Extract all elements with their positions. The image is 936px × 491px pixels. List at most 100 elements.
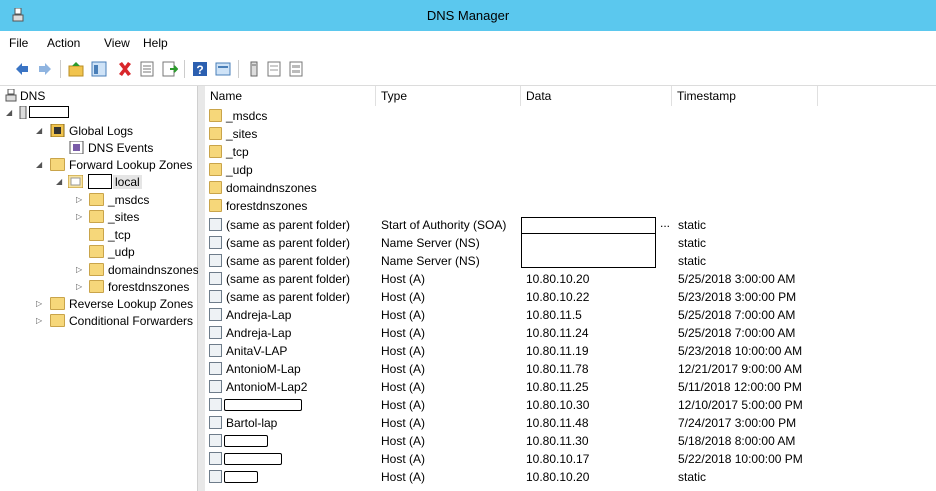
expand-arrow-icon[interactable]: ▷ xyxy=(36,299,44,309)
folder-icon xyxy=(50,314,65,327)
column-header-data[interactable]: Data xyxy=(521,86,672,106)
expand-arrow-icon[interactable]: ▷ xyxy=(76,265,84,275)
tree-item-conditional-forwarders[interactable]: ▷ Conditional Forwarders xyxy=(4,313,194,330)
delete-icon[interactable] xyxy=(117,61,133,77)
list-icon[interactable] xyxy=(266,61,282,77)
tree-item-global-logs[interactable]: ◢ Global Logs xyxy=(4,123,194,140)
record-icon xyxy=(209,254,222,267)
table-row[interactable]: Host (A) 10.80.10.20 static xyxy=(205,468,936,486)
event-log-icon xyxy=(69,141,84,154)
console-tree: DNS ◢ ◢ Global Logs DNS Events ◢ Forward… xyxy=(0,86,199,491)
redacted-name xyxy=(224,435,268,447)
tree-item-udp[interactable]: _udp xyxy=(4,244,194,261)
folder-icon xyxy=(209,163,222,176)
redacted-data xyxy=(521,234,656,252)
column-header-type[interactable]: Type xyxy=(376,86,521,106)
collapse-arrow-icon[interactable]: ◢ xyxy=(56,177,64,187)
record-icon xyxy=(209,272,222,285)
title-bar: DNS Manager xyxy=(0,0,936,31)
table-row[interactable]: Bartol-lap Host (A) 10.80.11.48 7/24/201… xyxy=(205,414,936,432)
tree-item-tcp[interactable]: _tcp xyxy=(4,227,194,244)
column-header-timestamp[interactable]: Timestamp xyxy=(672,86,818,106)
server-icon[interactable] xyxy=(246,61,262,77)
list-item-folder[interactable]: forestdnszones xyxy=(205,197,936,215)
tree-item-forestdnszones[interactable]: ▷ forestdnszones xyxy=(4,279,194,296)
table-row[interactable]: AnitaV-LAP Host (A) 10.80.11.19 5/23/201… xyxy=(205,342,936,360)
collapse-arrow-icon[interactable]: ◢ xyxy=(36,160,44,170)
toolbar: ? xyxy=(0,55,936,86)
record-icon xyxy=(209,344,222,357)
tree-item-forward-lookup-zones[interactable]: ◢ Forward Lookup Zones xyxy=(4,157,194,174)
zone-icon xyxy=(68,175,83,188)
redacted-data xyxy=(521,217,656,234)
table-row[interactable]: AntonioM-Lap2 Host (A) 10.80.11.25 5/11/… xyxy=(205,378,936,396)
column-header-name[interactable]: Name xyxy=(205,86,376,106)
collapse-arrow-icon[interactable]: ◢ xyxy=(6,108,14,118)
tree-item-zone-local[interactable]: ◢ local xyxy=(4,174,194,191)
folder-icon xyxy=(209,109,222,122)
table-row[interactable]: (same as parent folder) Start of Authori… xyxy=(205,216,936,234)
tree-item-reverse-lookup-zones[interactable]: ▷ Reverse Lookup Zones xyxy=(4,296,194,313)
collapse-arrow-icon[interactable]: ◢ xyxy=(36,126,44,136)
record-icon xyxy=(209,362,222,375)
table-row[interactable]: Andreja-Lap Host (A) 10.80.11.24 5/25/20… xyxy=(205,324,936,342)
folder-icon xyxy=(89,245,104,258)
up-folder-icon[interactable] xyxy=(68,61,84,77)
list-item-folder[interactable]: _udp xyxy=(205,161,936,179)
table-row[interactable]: (same as parent folder) Name Server (NS)… xyxy=(205,234,936,252)
table-row[interactable]: (same as parent folder) Name Server (NS)… xyxy=(205,252,936,270)
menu-file[interactable]: File xyxy=(9,36,28,50)
tree-item-domaindnszones[interactable]: ▷ domaindnszones xyxy=(4,262,199,279)
menu-help[interactable]: Help xyxy=(143,36,168,50)
pane-splitter[interactable] xyxy=(198,86,205,491)
folder-icon xyxy=(89,280,104,293)
folder-icon xyxy=(209,199,222,212)
list-item-folder[interactable]: _msdcs xyxy=(205,107,936,125)
list-item-folder[interactable]: _sites xyxy=(205,125,936,143)
forward-arrow-icon[interactable] xyxy=(37,61,53,77)
folder-icon xyxy=(209,145,222,158)
help-icon[interactable]: ? xyxy=(192,61,208,77)
expand-arrow-icon[interactable]: ▷ xyxy=(76,195,84,205)
expand-arrow-icon[interactable]: ▷ xyxy=(36,316,44,326)
tree-item-dns[interactable]: DNS xyxy=(4,88,194,105)
table-row[interactable]: Host (A) 10.80.10.30 12/10/2017 5:00:00 … xyxy=(205,396,936,414)
show-hide-tree-icon[interactable] xyxy=(91,61,107,77)
logs-icon xyxy=(50,124,65,137)
window-title: DNS Manager xyxy=(426,8,510,23)
list-item-folder[interactable]: _tcp xyxy=(205,143,936,161)
table-row[interactable]: Host (A) 10.80.10.17 5/22/2018 10:00:00 … xyxy=(205,450,936,468)
back-arrow-icon[interactable] xyxy=(14,61,30,77)
table-row[interactable]: (same as parent folder) Host (A) 10.80.1… xyxy=(205,288,936,306)
properties-icon[interactable] xyxy=(139,61,155,77)
record-icon xyxy=(209,452,222,465)
table-row[interactable]: (same as parent folder) Host (A) 10.80.1… xyxy=(205,270,936,288)
menu-action[interactable]: Action xyxy=(47,36,80,50)
record-icon xyxy=(209,470,222,483)
expand-arrow-icon[interactable]: ▷ xyxy=(76,212,84,222)
folder-icon xyxy=(209,127,222,140)
menu-view[interactable]: View xyxy=(104,36,130,50)
record-icon xyxy=(209,218,222,231)
tree-item-sites[interactable]: ▷ _sites xyxy=(4,209,194,226)
redacted-name xyxy=(224,453,282,465)
console-icon[interactable] xyxy=(215,61,231,77)
record-icon xyxy=(209,398,222,411)
list-item-folder[interactable]: domaindnszones xyxy=(205,179,936,197)
table-row[interactable]: Andreja-Lap Host (A) 10.80.11.5 5/25/201… xyxy=(205,306,936,324)
record-icon xyxy=(209,416,222,429)
tree-item-server[interactable]: ◢ xyxy=(4,105,194,122)
redacted-server-name xyxy=(29,106,69,118)
dns-icon xyxy=(5,89,17,102)
record-icon xyxy=(209,380,222,393)
folder-icon xyxy=(209,181,222,194)
table-row[interactable]: AntonioM-Lap Host (A) 10.80.11.78 12/21/… xyxy=(205,360,936,378)
export-icon[interactable] xyxy=(162,61,178,77)
expand-arrow-icon[interactable]: ▷ xyxy=(76,282,84,292)
record-icon xyxy=(209,326,222,339)
tree-item-dns-events[interactable]: DNS Events xyxy=(4,140,194,157)
table-row[interactable]: Host (A) 10.80.11.30 5/18/2018 8:00:00 A… xyxy=(205,432,936,450)
redacted-zone-name xyxy=(88,174,112,189)
tree-item-msdcs[interactable]: ▷ _msdcs xyxy=(4,192,194,209)
details-icon[interactable] xyxy=(288,61,304,77)
